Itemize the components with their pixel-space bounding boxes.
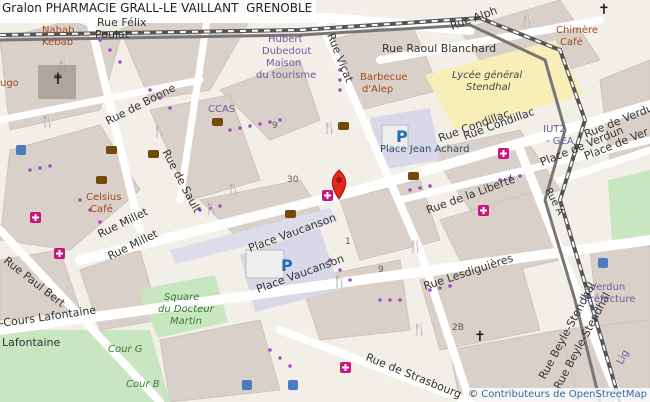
cafe-icon <box>106 146 117 154</box>
house-number: 9 <box>378 265 384 275</box>
label-layer: Rue Félix Poulat Rue de Bonne Rue de Sau… <box>0 2 650 401</box>
poi-label: Kebab <box>42 37 73 48</box>
cross-icon: ✝ <box>474 329 486 345</box>
map-title: Gralon PHARMACIE GRALL-LE VAILLANT GRENO… <box>0 0 317 16</box>
restaurant-icon: 🍴 <box>322 121 337 135</box>
restaurant-icon: 🍴 <box>226 182 241 196</box>
poi-label: Nabab <box>42 25 74 36</box>
cross-icon: ✝ <box>598 2 610 18</box>
street-label: Rue Vicat <box>324 31 356 85</box>
attribution: © Contributeurs de OpenStreetMap <box>465 388 650 402</box>
attribution-prefix: © <box>468 389 482 400</box>
restaurant-icon: 🍴 <box>40 114 55 128</box>
park-label: du Docteur <box>158 304 215 315</box>
restaurant-icon: 🍴 <box>408 239 423 253</box>
worship-icons: ✝ ✝ ✝ <box>52 2 610 345</box>
cafe-icon <box>148 150 159 158</box>
parking-label: P <box>396 127 408 146</box>
park-label: Cour G <box>108 344 143 355</box>
place-label: Place Jean Achard <box>380 144 469 155</box>
poi-label: Dubedout <box>262 46 311 57</box>
restaurant-icon: 🍴 <box>332 274 347 288</box>
poi-label: Hubert <box>268 34 302 45</box>
house-number: 30 <box>287 175 299 185</box>
osm-contributors-link[interactable]: Contributeurs de OpenStreetMap <box>481 389 647 400</box>
school-label: Lycée général <box>452 69 522 81</box>
poi-label: Lig <box>615 348 632 366</box>
poi-label: du tourisme <box>256 70 316 81</box>
cafe-icons <box>96 118 419 218</box>
tram-stop-icon <box>598 258 608 268</box>
cafe-icon <box>96 176 107 184</box>
street-label: Poulat <box>95 28 130 41</box>
house-number: 1 <box>345 237 351 247</box>
restaurant-icon: 🍴 <box>152 124 167 138</box>
poi-label: - GEA <box>546 136 574 147</box>
restaurant-icon: 🍴 <box>204 201 219 215</box>
church-icon: ✝ <box>52 72 64 88</box>
poi-label: Café <box>90 203 113 215</box>
cafe-icon <box>338 122 349 130</box>
park-label: Martin <box>170 316 202 327</box>
location-marker[interactable] <box>331 169 347 200</box>
street-label: Rue de Strasbourg <box>364 351 463 401</box>
park-label: Square <box>164 292 199 303</box>
street-label: Rue A <box>542 186 565 217</box>
poi-label: Maison <box>266 58 301 69</box>
poi-label: Celsius <box>86 192 121 203</box>
poi-label: d'Alep <box>362 84 393 95</box>
bus-stop-icon <box>242 380 252 390</box>
restaurant-icon: 🍴 <box>412 322 427 336</box>
poi-label: Barbecue <box>360 72 408 83</box>
parking-label: P <box>281 256 293 275</box>
poi-label: Chimère <box>556 24 598 36</box>
poi-label: CCAS <box>208 104 235 115</box>
house-number: 2B <box>452 323 464 333</box>
house-number: 9 <box>272 121 278 131</box>
cafe-icon <box>408 172 419 180</box>
school-label: Stendhal <box>466 82 511 93</box>
bus-stop-icon <box>288 380 298 390</box>
park-label: Cour B <box>126 379 160 390</box>
poi-label: Verdun <box>590 282 625 293</box>
poi-label: IUT2 <box>543 124 566 135</box>
street-label: -Cours Lafontaine <box>0 304 97 330</box>
cafe-icon <box>285 210 296 218</box>
poi-label: ugo <box>0 78 19 89</box>
bus-stop-icon <box>16 145 26 155</box>
street-label: Rue de Sault <box>159 147 204 215</box>
street-label: Rue Raoul Blanchard <box>382 42 496 55</box>
street-label: Lafontaine <box>2 336 61 349</box>
restaurant-icon: 🍴 <box>520 14 535 28</box>
street-label: Rue de Bonne <box>103 81 177 127</box>
street-label: Rue Paul Bert <box>1 254 68 310</box>
poi-label: Café <box>560 36 583 48</box>
street-label: Rue de la Liberté <box>425 173 517 217</box>
street-label: Rue Lesdiguières <box>422 252 515 293</box>
cafe-icon <box>212 118 223 126</box>
poi-label: Préfecture <box>584 293 635 305</box>
street-label: Rue Alph <box>449 4 499 33</box>
map-viewport[interactable]: Rue Félix Poulat Rue de Bonne Rue de Sau… <box>0 0 650 402</box>
